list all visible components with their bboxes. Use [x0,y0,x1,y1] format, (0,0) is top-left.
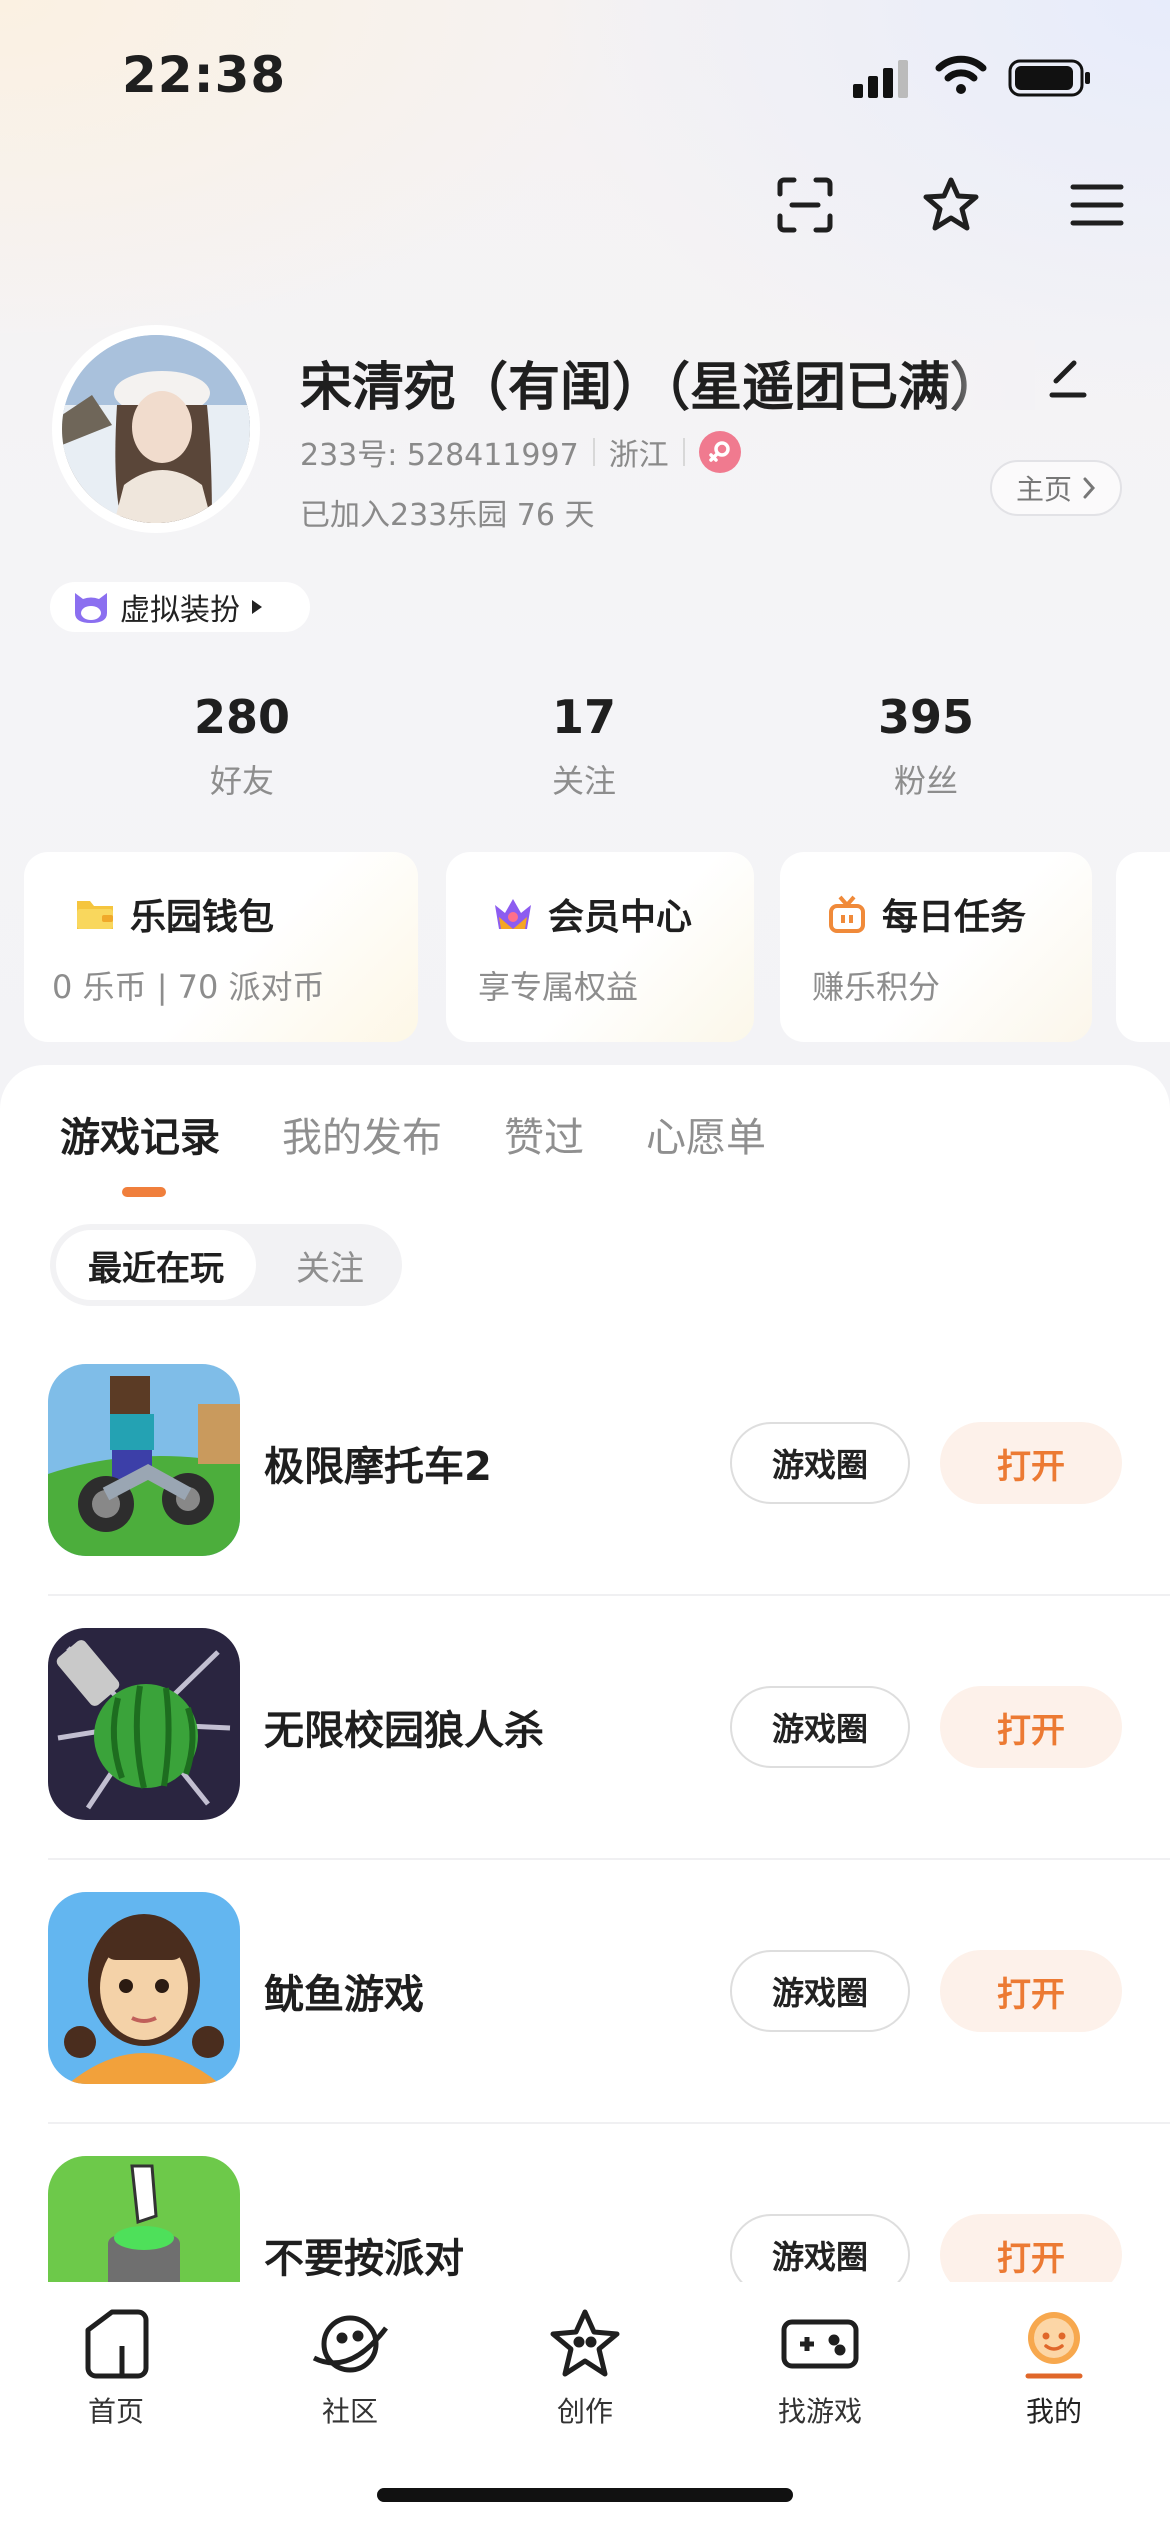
stat-following[interactable]: 17 关注 [484,690,684,802]
nav-label: 我的 [1025,2395,1082,2428]
game-circle-button[interactable]: 游戏圈 [730,1422,910,1504]
battery-icon [1008,59,1090,97]
stat-value: 17 [551,690,616,744]
open-game-button[interactable]: 打开 [940,1422,1122,1504]
nav-label: 社区 [321,2395,378,2428]
nav-community[interactable]: 社区 [280,2306,420,2430]
top-actions [770,170,1170,240]
nav-find-games[interactable]: 找游戏 [750,2306,890,2430]
virtual-dress-button[interactable]: 虚拟装扮 [50,582,310,632]
home-indicator [377,2488,793,2502]
game-icon-button-party [48,2156,240,2282]
game-circle-button[interactable]: 游戏圈 [730,2214,910,2282]
list-item[interactable]: 不要按派对 游戏圈 打开 [0,2156,1170,2282]
card-daily-tasks[interactable]: 每日任务 赚乐积分 [780,852,1092,1042]
row-divider [48,2122,1170,2124]
row-divider [48,1594,1170,1596]
tab-liked[interactable]: 赞过 [504,1105,584,1163]
star-outline-icon[interactable] [916,170,986,240]
stat-label: 关注 [551,762,616,800]
list-item[interactable]: 极限摩托车2 游戏圈 打开 [0,1364,1170,1628]
cat-face-icon [75,593,107,623]
edit-icon[interactable] [1048,355,1088,399]
caret-right-icon [252,600,262,614]
joined-days: 已加入233乐园 76 天 [300,498,595,533]
homepage-button[interactable]: 主页 [990,460,1122,516]
active-tab-indicator [122,1187,166,1197]
game-circle-button[interactable]: 游戏圈 [730,1950,910,2032]
chevron-right-icon [1083,477,1096,499]
tab-bar: 游戏记录 我的发布 赞过 心愿单 [60,1105,766,1163]
gamepad-icon [781,2319,859,2369]
list-item[interactable]: 无限校园狼人杀 游戏圈 打开 [0,1628,1170,1892]
stat-followers[interactable]: 395 粉丝 [826,690,1026,802]
stat-label: 好友 [209,762,274,800]
segment-recent[interactable]: 最近在玩 [56,1230,256,1300]
crown-icon [495,899,531,929]
stat-value: 395 [877,690,975,744]
list-item[interactable]: 鱿鱼游戏 游戏圈 打开 [0,1892,1170,2156]
history-segment: 最近在玩 关注 [50,1224,402,1306]
game-icon-werewolf [48,1628,240,1820]
open-game-button[interactable]: 打开 [940,1950,1122,2032]
status-time: 22:38 [122,46,287,104]
card-title: 每日任务 [882,897,1027,938]
nav-label: 找游戏 [777,2395,862,2428]
avatar-image [62,335,250,523]
cellular-signal-icon [853,58,913,98]
divider [592,438,595,466]
nav-label: 创作 [556,2395,613,2428]
game-name: 不要按派对 [264,2236,464,2282]
tab-wishlist[interactable]: 心愿单 [646,1105,766,1163]
tab-my-posts[interactable]: 我的发布 [282,1105,442,1163]
virtual-dress-label: 虚拟装扮 [120,593,240,628]
segment-following[interactable]: 关注 [280,1230,380,1300]
game-circle-button[interactable]: 游戏圈 [730,1686,910,1768]
divider [682,438,685,466]
female-gender-icon [698,431,741,473]
gift-icon [829,895,865,933]
folder-wallet-icon [77,901,113,929]
card-subtitle: 享专属权益 [478,968,639,1006]
open-game-button[interactable]: 打开 [940,1686,1122,1768]
menu-icon[interactable] [1062,170,1132,240]
stat-label: 粉丝 [893,762,958,800]
card-subtitle: 赚乐积分 [812,968,941,1006]
row-divider [48,1858,1170,1860]
star-icon [550,2309,620,2377]
card-next-partial[interactable] [1116,852,1170,1042]
profile-meta: 233号: 528411997 浙江 [300,430,741,474]
location: 浙江 [608,438,669,473]
nav-me[interactable]: 我的 [984,2306,1124,2430]
name-fade [940,340,1035,410]
wifi-icon [935,55,987,94]
card-title: 会员中心 [548,897,693,938]
card-wallet[interactable]: 乐园钱包 0 乐币 | 70 派对币 [24,852,418,1042]
home-icon [85,2309,149,2379]
status-bar: 22:38 [0,0,1170,150]
game-icon-squid [48,1892,240,2084]
card-title: 乐园钱包 [130,897,275,938]
open-game-button[interactable]: 打开 [940,2214,1122,2282]
nav-create[interactable]: 创作 [515,2306,655,2430]
user-id: 233号: 528411997 [300,438,579,473]
planet-icon [312,2315,388,2373]
stat-friends[interactable]: 280 好友 [142,690,342,802]
profile-name: 宋清宛（有闺）（星遥团已满） [300,358,1003,418]
game-list: 极限摩托车2 游戏圈 打开 无限校园狼人杀 游戏圈 打开 鱿鱼游戏 游戏圈 打开… [0,1364,1170,2282]
nav-label: 首页 [87,2395,144,2428]
card-subtitle: 0 乐币 | 70 派对币 [52,968,325,1006]
game-icon-moto [48,1364,240,1556]
avatar[interactable] [52,325,260,533]
card-membership[interactable]: 会员中心 享专属权益 [446,852,754,1042]
nav-home[interactable]: 首页 [46,2306,186,2430]
game-name: 无限校园狼人杀 [264,1708,544,1754]
stat-value: 280 [193,690,291,744]
game-name: 极限摩托车2 [264,1444,492,1490]
profile-face-icon [1025,2312,1083,2379]
game-name: 鱿鱼游戏 [264,1972,424,2018]
scan-icon[interactable] [770,170,840,240]
tab-game-history[interactable]: 游戏记录 [60,1105,220,1163]
homepage-label: 主页 [1015,473,1072,506]
